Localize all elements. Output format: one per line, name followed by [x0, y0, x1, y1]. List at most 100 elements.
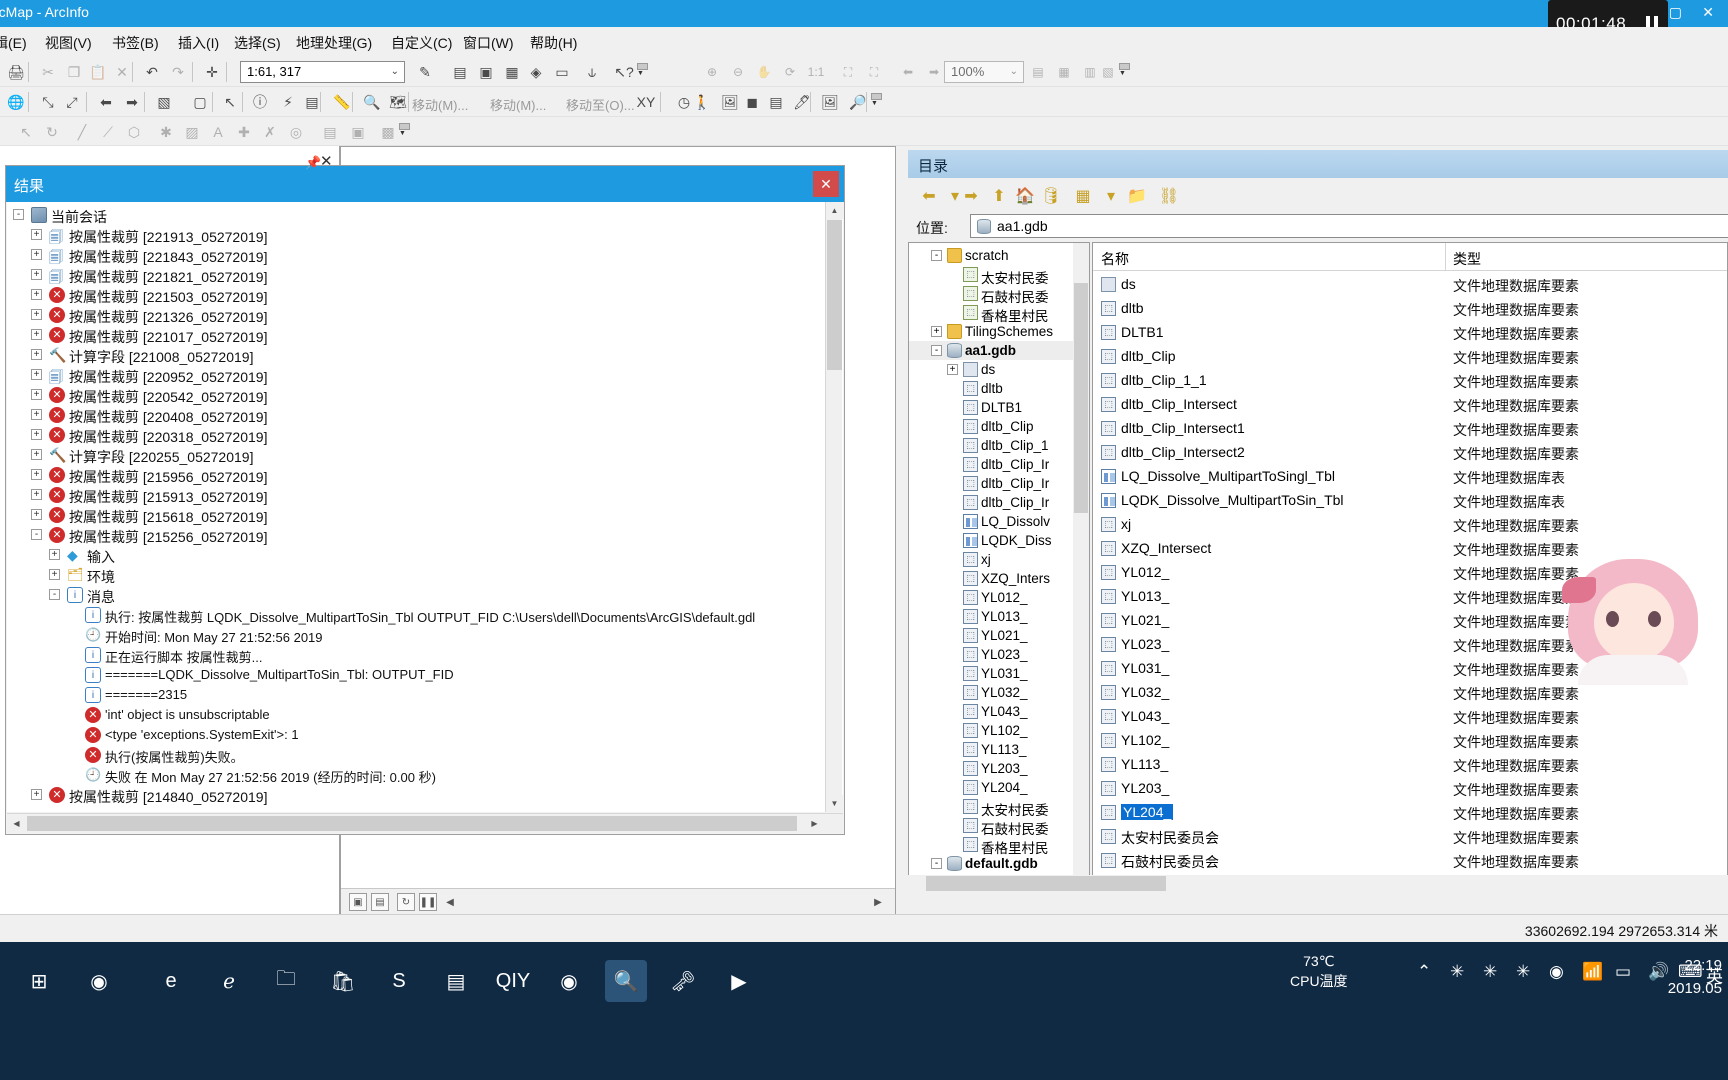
results-vertical-scrollbar[interactable]: ▲ ▼: [825, 202, 843, 812]
catalog-tree-node-8[interactable]: ⬚ DLTB1: [909, 398, 1089, 417]
catalog-row-19[interactable]: ⬚ YL102_ 文件地理数据库要素: [1093, 729, 1727, 753]
scroll-left-icon[interactable]: ◀: [441, 893, 459, 911]
undo-icon[interactable]: ↶: [140, 60, 164, 84]
catalog-tree-node-3[interactable]: ⬚ 香格里村民: [909, 303, 1089, 324]
catalog-tree-node-9[interactable]: ⬚ dltb_Clip: [909, 417, 1089, 436]
catalog-tree-node-28[interactable]: ⬚ YL204_: [909, 778, 1089, 797]
tree-expander[interactable]: +: [31, 469, 42, 480]
model-builder-icon[interactable]: ⫝: [580, 60, 604, 84]
catalog-row-8[interactable]: LQ_Dissolve_MultipartToSingl_Tbl 文件地理数据库表: [1093, 465, 1727, 489]
go-forward-extent-icon[interactable]: ➡: [922, 60, 946, 84]
catalog-row-3[interactable]: ⬚ dltb_Clip 文件地理数据库要素: [1093, 345, 1727, 369]
location-combo[interactable]: aa1.gdb: [970, 214, 1728, 238]
catalog-tree-node-32[interactable]: - default.gdb: [909, 854, 1089, 873]
connect-folder-icon[interactable]: 📁: [1124, 183, 1150, 209]
menu-item-5[interactable]: 地理处理(G): [296, 33, 372, 53]
column-divider[interactable]: [1445, 243, 1446, 271]
align-icon[interactable]: ▤: [318, 120, 342, 144]
media-player-icon[interactable]: ▶: [718, 960, 760, 1002]
catalog-hscroll-thumb[interactable]: [926, 876, 1166, 891]
catalog-tree-node-19[interactable]: ⬚ YL013_: [909, 607, 1089, 626]
catalog-row-24[interactable]: ⬚ 石鼓村民委员会 文件地理数据库要素: [1093, 849, 1727, 873]
walk-tool-icon[interactable]: 🚶: [690, 90, 714, 114]
zoom-to-last-extent-icon[interactable]: ⛶: [862, 60, 886, 84]
zoom-whole-page-icon[interactable]: ⟳: [778, 60, 802, 84]
tool-label-2[interactable]: 移动至(O)...: [566, 95, 635, 114]
scroll-left-icon[interactable]: ◀: [8, 815, 25, 832]
pagelayout-overflow-icon[interactable]: [1118, 61, 1130, 83]
catalog-tree-node-27[interactable]: ⬚ YL203_: [909, 759, 1089, 778]
tree-expander[interactable]: +: [31, 409, 42, 420]
result-subnode-0[interactable]: + ◆ 输入: [7, 545, 825, 565]
antivirus-icon[interactable]: ◉: [1549, 962, 1564, 982]
color-fill-icon[interactable]: ✱: [154, 120, 178, 144]
catalog-row-22[interactable]: ⬚ YL204_ 文件地理数据库要素: [1093, 801, 1727, 825]
swipe-layer-icon[interactable]: ▤: [764, 90, 788, 114]
one-to-one-icon[interactable]: 1:1: [804, 60, 828, 84]
results-tree[interactable]: - 当前会话 + 🗐 按属性裁剪 [221913_05272019] + 🗐 按属性裁剪 [2…: [7, 205, 825, 812]
table-of-contents-icon[interactable]: ▤: [448, 60, 472, 84]
word-icon[interactable]: ▤: [435, 960, 477, 1002]
underline-icon[interactable]: ◎: [284, 120, 308, 144]
delete-icon[interactable]: ✕: [110, 60, 134, 84]
scroll-right-icon[interactable]: ▶: [806, 815, 823, 832]
catalog-tree-node-30[interactable]: ⬚ 石鼓村民委: [909, 816, 1089, 837]
tool-label-0[interactable]: 移动(M)...: [412, 95, 468, 114]
arcmap-icon[interactable]: 🔍: [605, 960, 647, 1002]
result-message-3[interactable]: i =======LQDK_Dissolve_MultipartToSin_Tbl…: [7, 665, 825, 685]
security-icon[interactable]: ✳: [1516, 962, 1530, 982]
zoom-to-selected-icon[interactable]: ⛶: [836, 60, 860, 84]
result-item-6[interactable]: + 🔨 计算字段 [221008_05272019]: [7, 345, 825, 365]
menu-item-2[interactable]: 书签(B): [112, 33, 159, 53]
measure-icon[interactable]: 📏: [330, 90, 354, 114]
tree-expander[interactable]: +: [31, 269, 42, 280]
catalog-row-5[interactable]: ⬚ dltb_Clip_Intersect 文件地理数据库要素: [1093, 393, 1727, 417]
tree-expander[interactable]: +: [31, 509, 42, 520]
pan-forward-icon[interactable]: ➡: [120, 90, 144, 114]
menu-item-3[interactable]: 插入(I): [178, 33, 219, 53]
arctoolbox-icon[interactable]: ◈: [524, 60, 548, 84]
data-driven-pages-icon[interactable]: ▧: [1096, 60, 1120, 84]
catalog-tree-node-5[interactable]: - aa1.gdb: [909, 341, 1089, 360]
new-polygon-icon[interactable]: ⬡: [122, 120, 146, 144]
catalog-tree-scrollbar[interactable]: [1073, 243, 1089, 889]
zoom-out-icon[interactable]: ⤢: [60, 90, 84, 114]
result-item-11[interactable]: + 🔨 计算字段 [220255_05272019]: [7, 445, 825, 465]
hyperlink-icon[interactable]: ⚡: [276, 90, 300, 114]
pan-back-icon[interactable]: ⬅: [94, 90, 118, 114]
catalog-row-2[interactable]: ⬚ DLTB1 文件地理数据库要素: [1093, 321, 1727, 345]
close-button[interactable]: ✕: [1702, 4, 1714, 21]
refresh-view-button[interactable]: ↻: [397, 893, 415, 911]
arccatalog-icon[interactable]: 🗝: [662, 960, 704, 1002]
line-color-icon[interactable]: ▨: [180, 120, 204, 144]
dock-close-icon[interactable]: ✕: [320, 152, 333, 170]
column-header-name[interactable]: 名称: [1101, 249, 1129, 269]
show-hidden-icons-icon[interactable]: ⌃: [1417, 962, 1431, 982]
scroll-up-icon[interactable]: ▲: [826, 202, 843, 219]
draw-overflow-icon[interactable]: [398, 121, 410, 143]
group-icon[interactable]: ▣: [346, 120, 370, 144]
order-icon[interactable]: ▩: [376, 120, 400, 144]
back-icon[interactable]: ⬅: [916, 183, 942, 209]
keyboard-icon[interactable]: ⌨: [1678, 962, 1703, 982]
tree-expander[interactable]: +: [31, 289, 42, 300]
catalog-row-23[interactable]: ⬚ 太安村民委员会 文件地理数据库要素: [1093, 825, 1727, 849]
tree-expander[interactable]: -: [931, 858, 942, 869]
catalog-tree-node-23[interactable]: ⬚ YL032_: [909, 683, 1089, 702]
results-hscroll-thumb[interactable]: [27, 816, 797, 831]
redo-icon[interactable]: ↷: [166, 60, 190, 84]
tree-expander[interactable]: -: [31, 529, 42, 540]
catalog-tree-node-4[interactable]: + TilingSchemes: [909, 322, 1089, 341]
tree-expander[interactable]: +: [31, 489, 42, 500]
tree-expander[interactable]: -: [931, 250, 942, 261]
default-geodatabase-icon[interactable]: 🛢: [1038, 183, 1064, 209]
forward-icon[interactable]: ➡: [958, 183, 984, 209]
result-message-5[interactable]: ✕ 'int' object is unsubscriptable: [7, 705, 825, 725]
catalog-tree[interactable]: - scratch ⬚ 太安村民委 ⬚ 石鼓村民委 ⬚ 香格里村民 + TilingSchemes…: [908, 242, 1090, 890]
focus-data-frame-icon[interactable]: ▦: [1052, 60, 1076, 84]
result-item-15[interactable]: - ✕ 按属性裁剪 [215256_05272019]: [7, 525, 825, 545]
catalog-row-21[interactable]: ⬚ YL203_ 文件地理数据库要素: [1093, 777, 1727, 801]
italic-icon[interactable]: ✗: [258, 120, 282, 144]
catalog-tree-node-0[interactable]: - scratch: [909, 246, 1089, 265]
menu-item-8[interactable]: 帮助(H): [530, 33, 577, 53]
